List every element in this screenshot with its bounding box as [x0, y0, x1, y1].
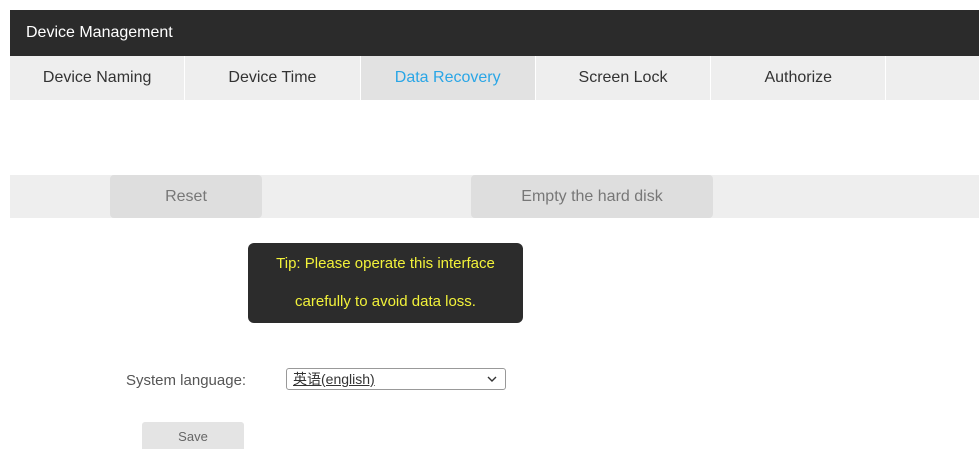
page-title: Device Management [10, 10, 979, 56]
tab-bar: Device Naming Device Time Data Recovery … [10, 56, 979, 100]
tip-line-2: carefully to avoid data loss. [295, 293, 476, 310]
tip-line-1: Tip: Please operate this interface [276, 255, 495, 272]
tab-authorize[interactable]: Authorize [711, 56, 887, 100]
tab-device-time[interactable]: Device Time [185, 56, 361, 100]
language-select-value: 英语(english) [293, 371, 375, 387]
empty-hard-disk-button[interactable]: Empty the hard disk [471, 175, 713, 218]
language-row: System language: 英语(english) [126, 368, 506, 392]
language-select[interactable]: 英语(english) [286, 368, 506, 390]
chevron-down-icon [487, 376, 497, 382]
language-label: System language: [126, 371, 247, 389]
warning-tip: Tip: Please operate this interface caref… [248, 243, 523, 323]
tab-device-naming[interactable]: Device Naming [10, 56, 186, 100]
tab-data-recovery[interactable]: Data Recovery [360, 56, 536, 100]
tab-bar-filler [886, 56, 979, 100]
tab-screen-lock[interactable]: Screen Lock [536, 56, 712, 100]
save-button[interactable]: Save [142, 422, 244, 449]
device-management-page: Device Management Device Naming Device T… [0, 0, 979, 449]
action-bar: Reset Empty the hard disk [10, 175, 979, 218]
reset-button[interactable]: Reset [110, 175, 262, 218]
